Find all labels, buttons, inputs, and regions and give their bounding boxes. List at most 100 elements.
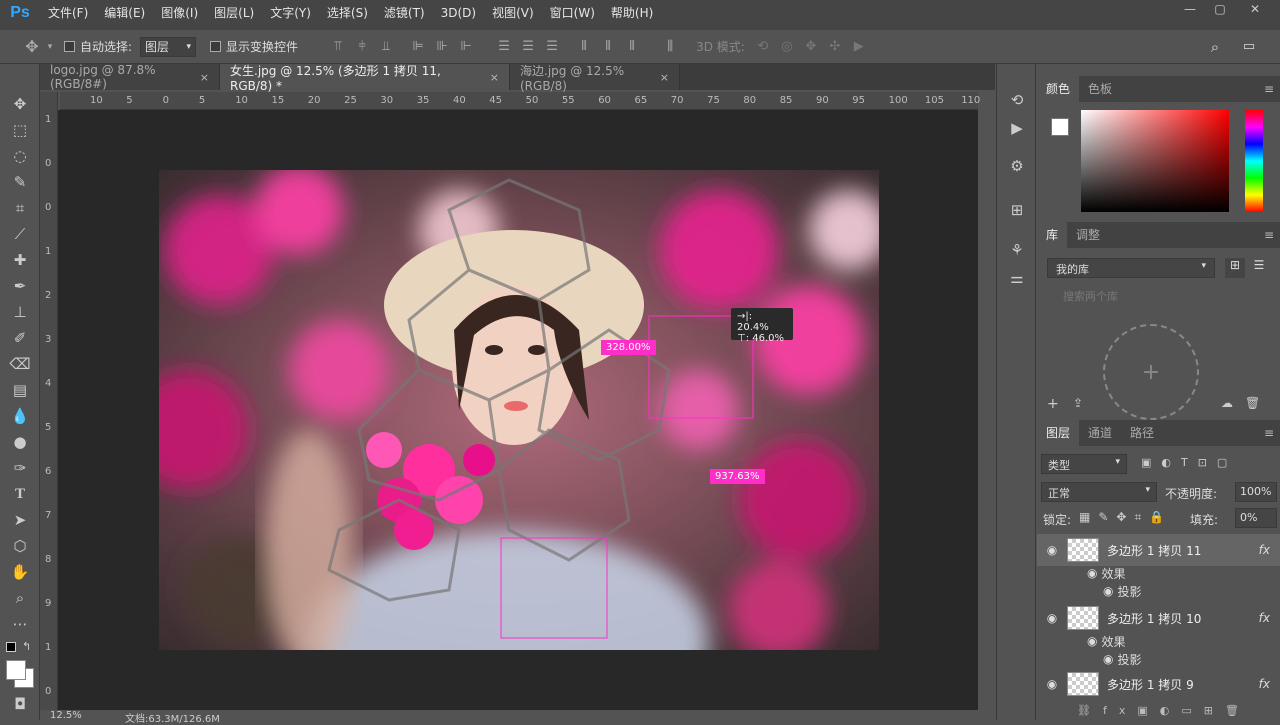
blur-icon[interactable]: 💧 [8, 404, 32, 428]
eraser-icon[interactable]: ⌫ [8, 352, 32, 376]
menu-help[interactable]: 帮助(H) [603, 0, 661, 26]
search-icon[interactable]: ⌕ [1205, 38, 1225, 56]
menu-type[interactable]: 文字(Y) [262, 0, 319, 26]
auto-align-icon[interactable]: ⫼ [658, 39, 682, 54]
align-vcenter-icon[interactable]: ⫩ [350, 39, 374, 54]
distribute-hcenter-icon[interactable]: ⦀ [596, 39, 620, 54]
zoom-level[interactable]: 12.5% [50, 710, 82, 721]
menu-edit[interactable]: 编辑(E) [96, 0, 153, 26]
menu-file[interactable]: 文件(F) [40, 0, 96, 26]
healing-brush-icon[interactable]: ✚ [8, 248, 32, 272]
tab-library[interactable]: 库 [1037, 222, 1068, 248]
distribute-left-icon[interactable]: ⦀ [572, 39, 596, 54]
history-icon[interactable]: ⟲ [1005, 88, 1029, 112]
foreground-color-swatch[interactable] [6, 660, 26, 680]
chevron-down-icon[interactable]: ▾ [44, 42, 56, 52]
opacity-input[interactable]: 100% [1235, 482, 1277, 502]
effects-row[interactable]: ◉ 效果 [1037, 632, 1280, 650]
layer-filter-icons[interactable]: ▣◐T⊡▢ [1141, 456, 1237, 469]
tab-adjustments[interactable]: 调整 [1067, 222, 1109, 248]
menu-3d[interactable]: 3D(D) [433, 0, 484, 26]
tab-layers[interactable]: 图层 [1037, 420, 1080, 446]
quick-select-icon[interactable]: ✎ [8, 170, 32, 194]
adjust-sliders-icon[interactable]: ⚌ [1005, 266, 1029, 290]
fill-input[interactable]: 0% [1235, 508, 1277, 528]
layer-filter-dropdown[interactable]: 类型 ▾ [1041, 454, 1127, 474]
eyedropper-icon[interactable]: ⟋ [8, 222, 32, 246]
shadow-row[interactable]: ◉ 投影 [1037, 582, 1280, 600]
panel-menu-icon[interactable]: ≡ [1264, 82, 1274, 96]
tab-seaside[interactable]: 海边.jpg @ 12.5%(RGB/8) × [510, 64, 680, 93]
visibility-eye-icon[interactable]: ◉ [1037, 543, 1067, 557]
grid-view-icon[interactable]: ⊞ [1225, 258, 1245, 278]
menu-filter[interactable]: 滤镜(T) [376, 0, 433, 26]
fx-icon[interactable]: fx [1259, 543, 1270, 557]
show-transform-option[interactable]: 显示变换控件 [210, 38, 298, 55]
distribute-top-icon[interactable]: ☰ [492, 39, 516, 54]
eye-icon[interactable]: ◉ [1087, 566, 1097, 580]
close-icon[interactable]: × [660, 71, 669, 84]
3d-slide-icon[interactable]: ✣ [823, 39, 847, 54]
fx-icon[interactable]: fx [1259, 677, 1270, 691]
upload-icon[interactable]: ⇪ [1073, 396, 1083, 410]
tab-girl[interactable]: 女生.jpg @ 12.5% (多边形 1 拷贝 11, RGB/8) * × [220, 64, 510, 93]
add-content-icon[interactable]: + [1047, 396, 1059, 412]
add-library-icon[interactable]: + [1103, 324, 1199, 420]
eye-icon[interactable]: ◉ [1087, 634, 1097, 648]
color-field[interactable] [1081, 110, 1229, 212]
lasso-icon[interactable]: ◌ [8, 144, 32, 168]
align-right-icon[interactable]: ⊩ [454, 39, 478, 54]
cloud-icon[interactable]: ☁ [1221, 396, 1233, 410]
eye-icon[interactable]: ◉ [1103, 652, 1113, 666]
crop-icon[interactable]: ⌗ [8, 196, 32, 220]
properties-icon[interactable]: ⊞ [1005, 198, 1029, 222]
quick-mask-icon[interactable]: ◘ [8, 692, 32, 716]
effects-row[interactable]: ◉ 效果 [1037, 564, 1280, 582]
visibility-eye-icon[interactable]: ◉ [1037, 677, 1067, 691]
auto-select-target-dropdown[interactable]: 图层 ▾ [140, 36, 197, 57]
layers-footer-icons[interactable]: ⛓fx▣◐▭⊞🗑 [1077, 704, 1251, 717]
layer-row[interactable]: ◉ 多边形 1 拷贝 10 fx [1037, 602, 1280, 634]
tab-swatches[interactable]: 色板 [1079, 76, 1121, 102]
swap-colors-icon[interactable]: ↰ [22, 640, 31, 653]
shape-icon[interactable]: ⬡ [8, 534, 32, 558]
tab-color[interactable]: 颜色 [1037, 76, 1080, 102]
history-brush-icon[interactable]: ✐ [8, 326, 32, 350]
close-icon[interactable]: × [200, 71, 209, 84]
fx-icon[interactable]: fx [1259, 611, 1270, 625]
auto-select-checkbox[interactable] [64, 41, 75, 52]
path-select-icon[interactable]: ➤ [8, 508, 32, 532]
align-left-icon[interactable]: ⊫ [406, 39, 430, 54]
brushes-icon[interactable]: ⚘ [1005, 238, 1029, 262]
actions-play-icon[interactable]: ▶ [1005, 116, 1029, 140]
menu-window[interactable]: 窗口(W) [542, 0, 603, 26]
distribute-bottom-icon[interactable]: ☰ [540, 39, 564, 54]
dodge-icon[interactable]: ● [8, 430, 32, 454]
minimize-icon[interactable]: — [1175, 0, 1205, 18]
close-icon[interactable]: ✕ [1240, 0, 1270, 18]
library-search-input[interactable]: 搜索两个库 [1043, 288, 1268, 306]
tab-channels[interactable]: 通道 [1079, 420, 1121, 446]
trash-icon[interactable]: 🗑 [1245, 396, 1260, 410]
zoom-icon[interactable]: ⌕ [8, 586, 32, 610]
panel-menu-icon[interactable]: ≡ [1264, 426, 1274, 440]
menu-select[interactable]: 选择(S) [319, 0, 376, 26]
blend-mode-dropdown[interactable]: 正常 ▾ [1041, 482, 1157, 502]
align-hcenter-icon[interactable]: ⊪ [430, 39, 454, 54]
3d-camera-icon[interactable]: ▶ [847, 39, 871, 54]
default-colors-icon[interactable] [6, 642, 16, 652]
align-top-icon[interactable]: ⫪ [326, 39, 350, 54]
stamp-icon[interactable]: ⊥ [8, 300, 32, 324]
list-view-icon[interactable]: ☰ [1249, 258, 1269, 278]
shadow-row[interactable]: ◉ 投影 [1037, 650, 1280, 668]
foreground-swatch[interactable] [1051, 118, 1069, 136]
auto-select-option[interactable]: 自动选择: [64, 38, 132, 55]
3d-roll-icon[interactable]: ◎ [775, 39, 799, 54]
eye-icon[interactable]: ◉ [1103, 584, 1113, 598]
close-icon[interactable]: × [490, 71, 499, 84]
brush-icon[interactable]: ✒ [8, 274, 32, 298]
type-icon[interactable]: T [8, 482, 32, 506]
distribute-right-icon[interactable]: ⦀ [620, 39, 644, 54]
tab-paths[interactable]: 路径 [1121, 420, 1163, 446]
document-canvas[interactable]: 328.00% 937.63% →|: 20.4% ⊤: 46.0% [159, 170, 879, 650]
